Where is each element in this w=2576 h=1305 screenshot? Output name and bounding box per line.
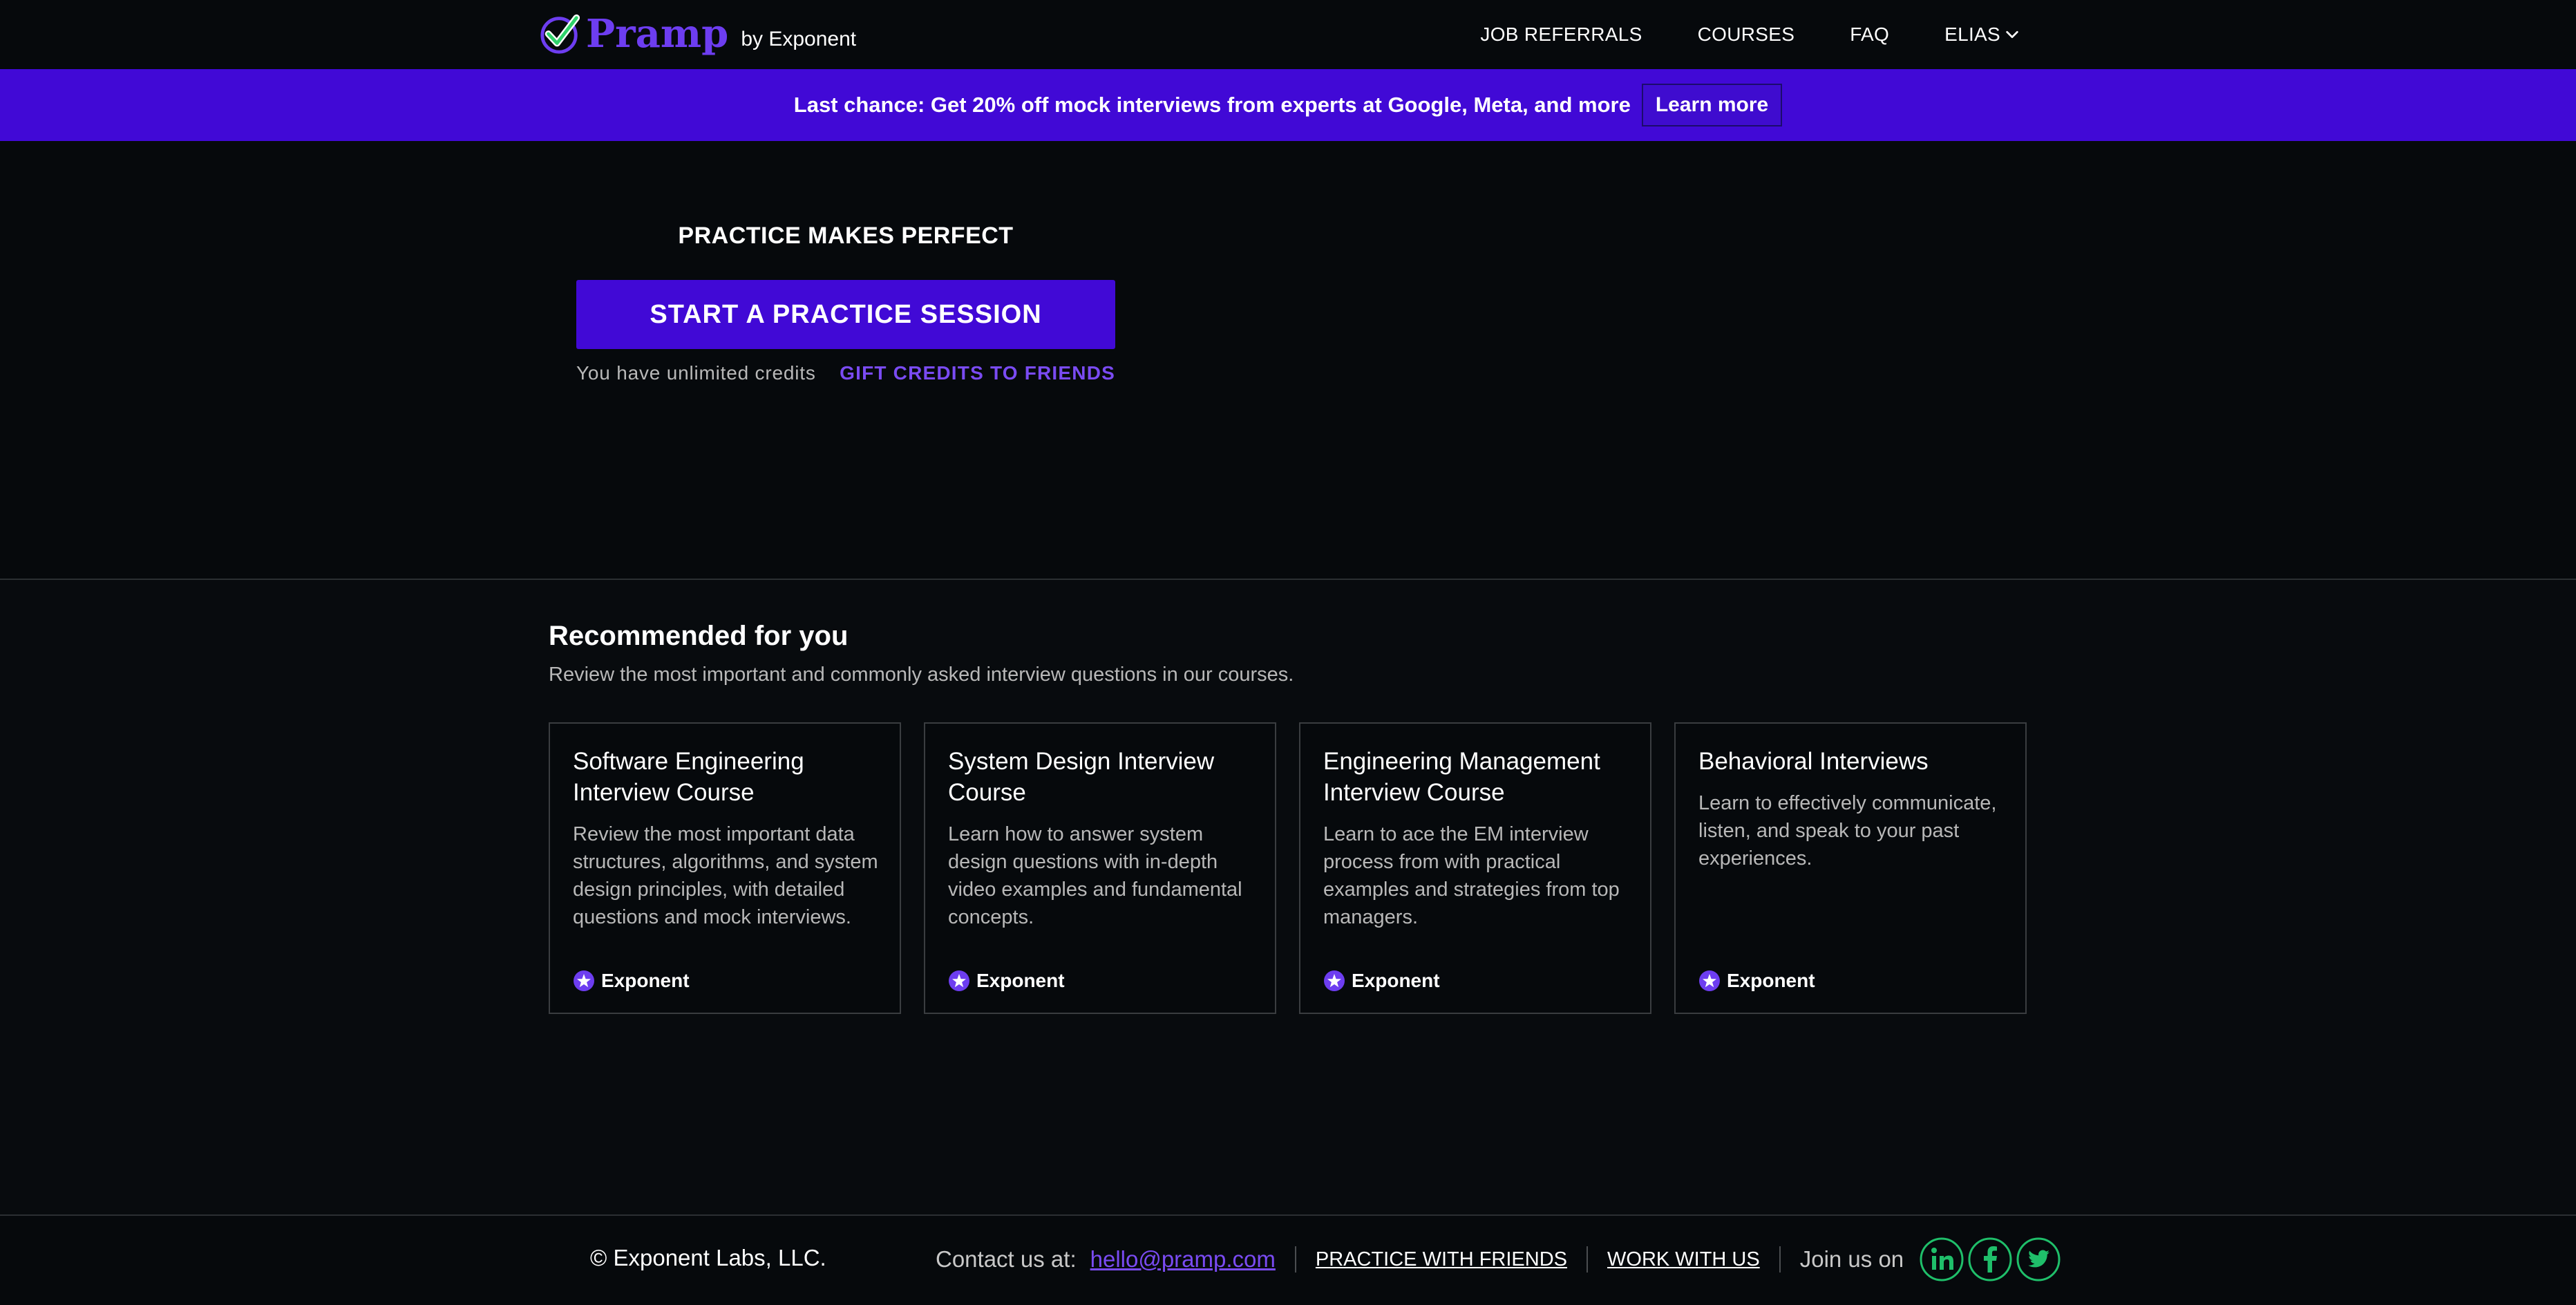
promo-text: Last chance: Get 20% off mock interviews… xyxy=(793,93,1631,117)
brand-name: Exponent xyxy=(601,970,690,991)
card-description: Learn to ace the EM interview process fr… xyxy=(1323,823,1620,928)
work-with-us-link[interactable]: WORK WITH US xyxy=(1607,1248,1760,1271)
top-navbar: Pramp by Exponent JOB REFERRALS COURSES … xyxy=(0,0,2576,69)
course-card-system-design[interactable]: System Design Interview Course Learn how… xyxy=(924,722,1276,1014)
footer-separator xyxy=(1294,1246,1296,1273)
nav-links: JOB REFERRALS COURSES FAQ ELIAS xyxy=(1425,0,2020,69)
chevron-down-icon xyxy=(2006,30,2018,39)
card-brand: Exponent xyxy=(948,970,1065,992)
practice-with-friends-link[interactable]: PRACTICE WITH FRIENDS xyxy=(1316,1248,1567,1271)
user-name: ELIAS xyxy=(1944,24,2000,45)
pramp-logo[interactable]: Pramp by Exponent xyxy=(539,10,856,58)
checkmark-logo-icon xyxy=(540,14,580,54)
course-card-software-engineering[interactable]: Software Engineering Interview Course Re… xyxy=(549,722,901,1014)
card-description: Learn to effectively communicate, listen… xyxy=(1698,792,1997,870)
exponent-star-icon xyxy=(1699,970,1720,991)
card-brand: Exponent xyxy=(1698,970,1815,992)
facebook-icon[interactable] xyxy=(1967,1237,2013,1282)
start-practice-session-button[interactable]: START A PRACTICE SESSION xyxy=(576,280,1115,349)
credits-text: You have unlimited credits xyxy=(576,362,816,384)
card-title: Software Engineering Interview Course xyxy=(573,748,804,806)
exponent-star-icon xyxy=(949,970,969,991)
brand-name: Exponent xyxy=(976,970,1065,991)
footer-contact-row: Contact us at: hello@pramp.com PRACTICE … xyxy=(936,1230,2064,1289)
brand-name: Exponent xyxy=(1727,970,1815,991)
practice-heading: PRACTICE MAKES PERFECT xyxy=(678,223,1014,249)
brand-name: Exponent xyxy=(1352,970,1440,991)
gift-credits-link[interactable]: GIFT CREDITS TO FRIENDS xyxy=(840,362,1115,384)
footer: © Exponent Labs, LLC. Contact us at: hel… xyxy=(0,1216,2576,1305)
learn-more-button[interactable]: Learn more xyxy=(1641,84,1783,126)
card-brand: Exponent xyxy=(573,970,690,992)
card-title: Behavioral Interviews xyxy=(1698,748,1929,775)
contact-email-link[interactable]: hello@pramp.com xyxy=(1090,1246,1276,1273)
contact-label: Contact us at: xyxy=(936,1246,1077,1272)
card-brand: Exponent xyxy=(1323,970,1440,992)
copyright: © Exponent Labs, LLC. xyxy=(590,1245,826,1270)
course-cards: Software Engineering Interview Course Re… xyxy=(549,722,2027,1014)
logo-by-exponent: by Exponent xyxy=(741,28,857,50)
exponent-star-icon xyxy=(1324,970,1345,991)
footer-separator xyxy=(1779,1246,1781,1273)
nav-courses[interactable]: COURSES xyxy=(1698,24,1795,46)
logo-wordmark: Pramp xyxy=(586,11,729,57)
footer-separator xyxy=(1587,1246,1589,1273)
recommended-title: Recommended for you xyxy=(549,621,849,651)
promo-banner: Last chance: Get 20% off mock interviews… xyxy=(0,69,2576,141)
join-us-label: Join us on xyxy=(1799,1246,1904,1272)
twitter-icon[interactable] xyxy=(2016,1237,2061,1282)
nav-job-referrals[interactable]: JOB REFERRALS xyxy=(1480,24,1642,46)
card-description: Learn how to answer system design questi… xyxy=(948,823,1242,928)
card-description: Review the most important data structure… xyxy=(573,823,878,928)
card-title: System Design Interview Course xyxy=(948,748,1215,806)
course-card-engineering-management[interactable]: Engineering Management Interview Course … xyxy=(1299,722,1651,1014)
user-menu[interactable]: ELIAS xyxy=(1944,24,2020,46)
card-title: Engineering Management Interview Course xyxy=(1323,748,1600,806)
course-card-behavioral[interactable]: Behavioral Interviews Learn to effective… xyxy=(1674,722,2027,1014)
linkedin-icon[interactable] xyxy=(1919,1237,1964,1282)
recommended-subtitle: Review the most important and commonly a… xyxy=(549,664,1294,686)
exponent-star-icon xyxy=(574,970,594,991)
nav-faq[interactable]: FAQ xyxy=(1850,24,1889,46)
